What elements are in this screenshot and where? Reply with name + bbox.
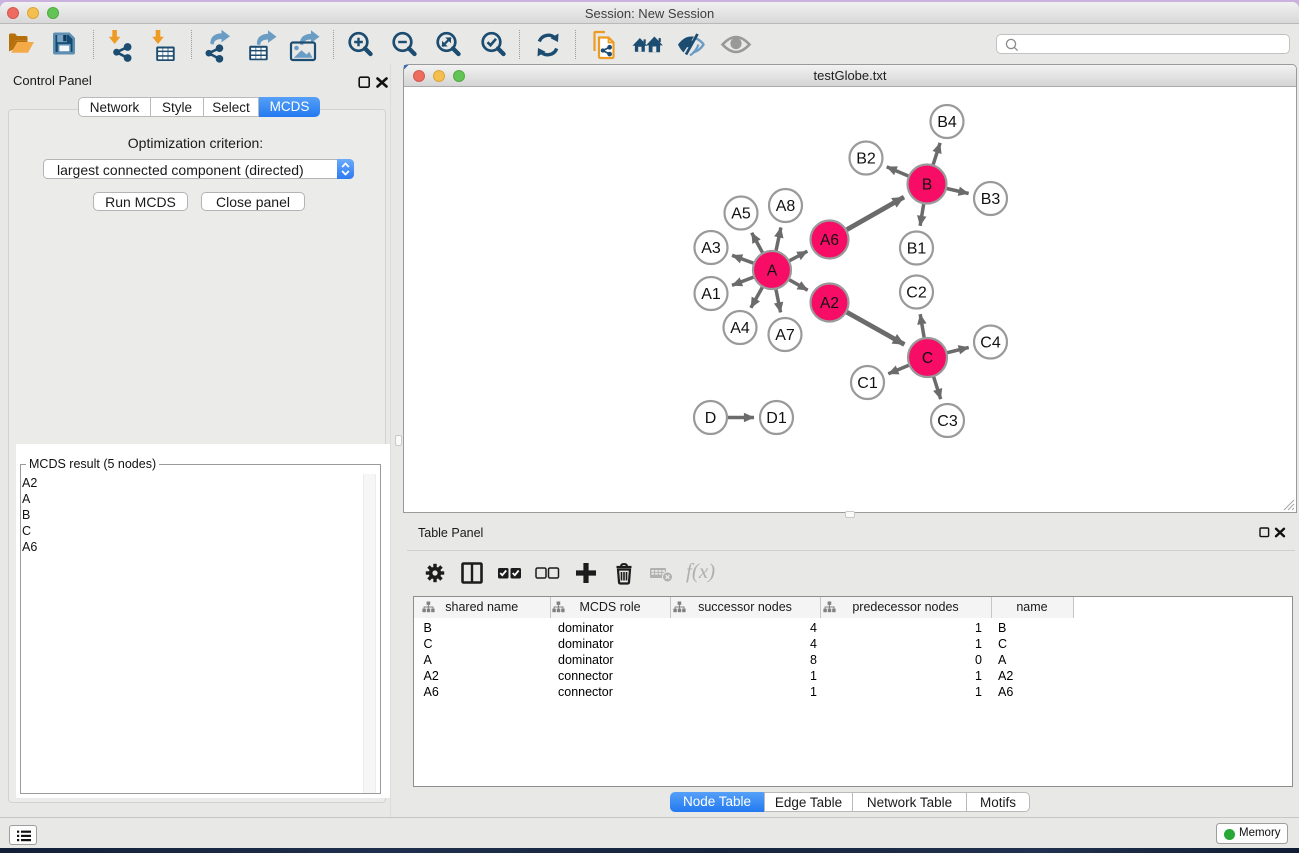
svg-text:A: A — [767, 263, 778, 280]
svg-text:A6: A6 — [820, 232, 839, 249]
svg-text:A3: A3 — [701, 240, 721, 257]
svg-text:A2: A2 — [820, 295, 839, 312]
svg-text:D1: D1 — [766, 410, 787, 427]
svg-text:A7: A7 — [775, 327, 795, 344]
svg-text:A5: A5 — [731, 206, 751, 223]
svg-text:C2: C2 — [906, 285, 927, 302]
svg-text:C4: C4 — [980, 335, 1001, 352]
svg-text:B: B — [922, 177, 932, 194]
svg-text:B4: B4 — [937, 114, 957, 131]
svg-text:B1: B1 — [907, 241, 927, 258]
svg-text:C: C — [922, 350, 933, 367]
svg-text:A1: A1 — [701, 286, 721, 303]
svg-text:C1: C1 — [857, 375, 878, 392]
svg-text:A4: A4 — [730, 320, 750, 337]
svg-text:B3: B3 — [981, 191, 1001, 208]
svg-text:A8: A8 — [776, 198, 796, 215]
svg-text:C3: C3 — [937, 413, 958, 430]
svg-text:B2: B2 — [856, 151, 876, 168]
svg-text:D: D — [705, 410, 717, 427]
